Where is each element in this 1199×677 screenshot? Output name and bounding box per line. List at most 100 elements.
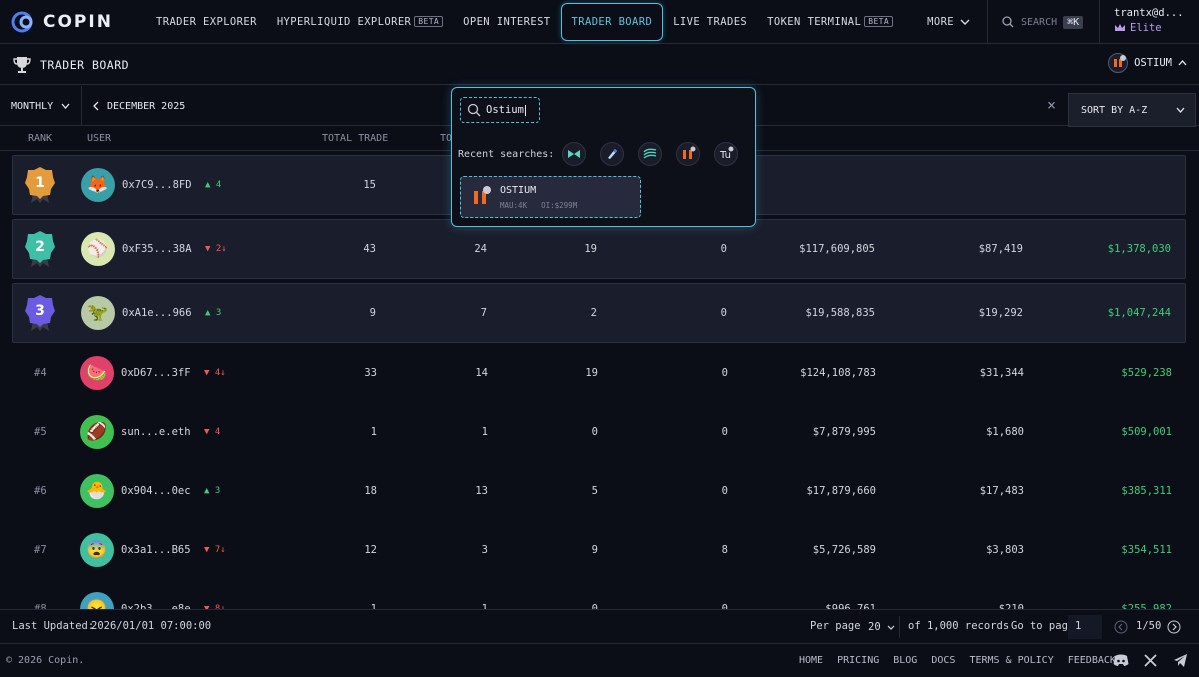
table-row[interactable]: #6 🐣 0x904...0ec ▲ 3 18 13 5 0 $17,879,6… (12, 461, 1186, 521)
protocol-selector[interactable]: OSTIUM (1108, 53, 1187, 73)
fees-value: $17,483 (979, 485, 1024, 497)
avatar[interactable]: 🐣 (80, 474, 114, 508)
nav-label: LIVE TRADES (673, 15, 748, 28)
win-trade-value: 3 (481, 544, 488, 556)
discord-icon[interactable] (1113, 654, 1129, 667)
volume-value: $17,879,660 (806, 485, 876, 497)
global-search-button[interactable]: SEARCH ⌘K (987, 0, 1100, 44)
period-dropdown[interactable]: MONTHLY (0, 86, 82, 126)
sort-dropdown[interactable]: SORT BY A-Z (1068, 93, 1196, 127)
recent-protocol-tu-icon[interactable]: Tu (714, 142, 738, 166)
protocol-search-dropdown: Ostium Recent searches: Tu OSTIUM MAU:4K… (451, 87, 756, 227)
next-page-icon[interactable] (1167, 620, 1181, 634)
sort-value: SORT BY A-Z (1081, 104, 1148, 116)
nav-live-trades[interactable]: LIVE TRADES (663, 0, 757, 44)
trader-address[interactable]: 0xF35...38A (122, 243, 192, 255)
copin-logo[interactable]: COPIN (0, 0, 140, 44)
nav-label: TOKEN TERMINAL (767, 15, 862, 28)
recent-protocol-waves-icon[interactable] (638, 142, 662, 166)
avatar[interactable]: 🍉 (80, 356, 114, 390)
pnl-value: $385,311 (1121, 485, 1172, 497)
nav-hyperliquid-explorer[interactable]: HYPERLIQUID EXPLORER BETA (267, 0, 453, 44)
total-trade-value: 12 (364, 544, 377, 556)
clear-search-icon[interactable]: × (1047, 96, 1056, 114)
rank-change: ▲ 3 (204, 486, 221, 496)
month-selector[interactable]: DECEMBER 2025 (93, 86, 185, 126)
recent-protocol-rocket-icon[interactable] (600, 142, 624, 166)
rank-change: ▼ 2↓ (205, 244, 227, 254)
search-shortcut: ⌘K (1063, 15, 1084, 29)
trader-address[interactable]: 0x904...0ec (121, 485, 191, 497)
svg-text:Tu: Tu (719, 150, 731, 161)
footer-link-home[interactable]: HOME (799, 655, 823, 666)
pagination-bar: Last Updated: 2026/01/01 07:00:00 Per pa… (0, 609, 1199, 644)
lose-trade-value: 9 (591, 544, 598, 556)
trader-address[interactable]: 0xA1e...966 (122, 307, 192, 319)
copyright: © 2026 Copin. (6, 655, 85, 666)
goto-page-input[interactable]: 1 (1068, 615, 1102, 639)
volume-value: $117,609,805 (799, 243, 875, 255)
trader-address[interactable]: sun...e.eth (121, 426, 191, 438)
trophy-icon (13, 56, 31, 73)
lose-trade-value: 2 (590, 307, 597, 319)
user-menu[interactable]: trantx@d... Elite (1114, 7, 1184, 34)
table-row[interactable]: 3 🦖 0xA1e...966 ▲ 3 9 7 2 0 $19,588,835 … (12, 283, 1186, 343)
result-oi: OI:$299M (541, 201, 578, 210)
search-result-item[interactable]: OSTIUM MAU:4K OI:$299M (460, 176, 641, 218)
telegram-icon[interactable] (1173, 653, 1188, 668)
goto-label: Go to page (1011, 620, 1075, 632)
ostium-protocol-icon (1108, 53, 1129, 73)
avatar[interactable]: ⚾ (81, 232, 115, 266)
table-row[interactable]: 2 ⚾ 0xF35...38A ▼ 2↓ 43 24 19 0 $117,609… (12, 219, 1186, 279)
table-row[interactable]: #5 🏈 sun...e.eth ▼ 4 1 1 0 0 $7,879,995 … (12, 402, 1186, 462)
rank-change: ▼ 7↓ (204, 545, 226, 555)
nav-token-terminal[interactable]: TOKEN TERMINAL BETA (757, 0, 903, 44)
table-row[interactable]: #7 😨 0x3a1...B65 ▼ 7↓ 12 3 9 8 $5,726,58… (12, 520, 1186, 580)
avatar[interactable]: 🦖 (81, 296, 115, 330)
footer-link-pricing[interactable]: PRICING (837, 655, 879, 666)
rank-number: #5 (34, 426, 47, 438)
nav-label: OPEN INTEREST (463, 15, 551, 28)
fees-value: $19,292 (978, 307, 1023, 319)
avatar[interactable]: 🏈 (80, 415, 114, 449)
rank-number: #6 (34, 485, 47, 497)
per-page-value: 20 (868, 621, 881, 633)
footer-link-blog[interactable]: BLOG (893, 655, 917, 666)
footer-link-terms[interactable]: TERMS & POLICY (969, 655, 1053, 666)
nav-open-interest[interactable]: OPEN INTEREST (453, 0, 560, 44)
header-total-trade[interactable]: TOTAL TRADE (322, 133, 388, 144)
nav-more[interactable]: MORE (917, 0, 980, 44)
protocol-search-input[interactable]: Ostium (460, 97, 540, 123)
avatar[interactable]: 🦊 (81, 168, 115, 202)
total-trade-value: 33 (364, 367, 377, 379)
table-row[interactable]: #4 🍉 0xD67...3fF ▼ 4↓ 33 14 19 0 $124,10… (12, 343, 1186, 403)
trader-address[interactable]: 0xD67...3fF (121, 367, 191, 379)
result-meta: MAU:4K OI:$299M (500, 201, 577, 210)
per-page-dropdown[interactable]: 20 (862, 616, 900, 638)
avatar[interactable]: 😨 (80, 533, 114, 567)
period-value: MONTHLY (11, 100, 54, 112)
win-trade-value: 13 (475, 485, 488, 497)
rank-change: ▲ 4 (205, 180, 222, 190)
svg-text:1: 1 (35, 175, 45, 191)
win-trade-value: 7 (480, 307, 487, 319)
nav-label: MORE (927, 15, 955, 28)
prev-page-icon[interactable] (1114, 620, 1128, 634)
x-twitter-icon[interactable] (1144, 654, 1157, 667)
fees-value: $3,803 (986, 544, 1024, 556)
top-navigation: COPIN TRADER EXPLORER HYPERLIQUID EXPLOR… (0, 0, 1199, 44)
liquidation-value: 8 (721, 544, 728, 556)
chevron-down-icon (61, 103, 70, 109)
nav-trader-board[interactable]: TRADER BOARD (560, 2, 664, 41)
recent-protocol-ostium-icon[interactable] (676, 142, 700, 166)
footer-link-feedback[interactable]: FEEDBACK (1068, 655, 1116, 666)
chevron-down-icon (1176, 107, 1185, 113)
chevron-left-icon[interactable] (93, 101, 99, 111)
pnl-value: $1,378,030 (1107, 243, 1171, 255)
footer-link-docs[interactable]: DOCS (931, 655, 955, 666)
recent-protocol-bowtie-icon[interactable] (562, 142, 586, 166)
header-user: USER (87, 133, 112, 144)
nav-trader-explorer[interactable]: TRADER EXPLORER (146, 0, 267, 44)
trader-address[interactable]: 0x7C9...8FD (122, 179, 192, 191)
trader-address[interactable]: 0x3a1...B65 (121, 544, 191, 556)
